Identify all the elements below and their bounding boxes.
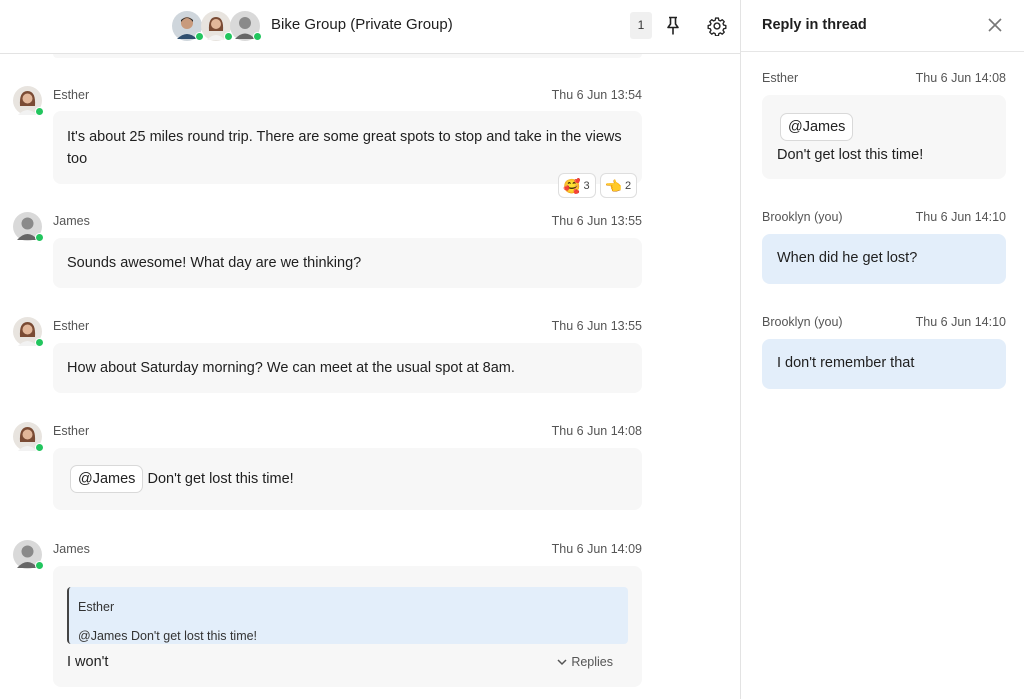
pointing-hand-emoji-icon: 👈 xyxy=(604,177,622,194)
message-time: Thu 6 Jun 13:55 xyxy=(551,214,642,228)
thread-sender-name: Esther xyxy=(762,71,799,85)
message-bubble: It's about 25 miles round trip. There ar… xyxy=(53,111,642,184)
quoted-sender: Esther xyxy=(78,600,115,614)
avatar xyxy=(172,11,204,41)
heart-eyes-emoji-icon: 🥰 xyxy=(563,177,581,194)
avatar[interactable] xyxy=(13,317,44,347)
reaction-count: 2 xyxy=(625,179,632,192)
replies-label: Replies xyxy=(571,655,613,669)
gear-icon[interactable] xyxy=(704,13,730,39)
sender-name: Esther xyxy=(53,319,90,333)
reaction-chip[interactable]: 🥰 3 xyxy=(558,173,596,198)
message-bubble: How about Saturday morning? We can meet … xyxy=(53,343,642,393)
avatar[interactable] xyxy=(13,540,44,570)
sender-name: Esther xyxy=(53,88,90,102)
thread-message-bubble: When did he get lost? xyxy=(762,234,1006,284)
reaction-count: 3 xyxy=(583,179,590,192)
chat-header: Bike Group (Private Group) 1 xyxy=(0,0,740,54)
avatar xyxy=(230,11,262,41)
thread-message-text: I don't remember that xyxy=(777,355,915,371)
group-title: Bike Group (Private Group) xyxy=(271,16,453,33)
quoted-message[interactable]: Esther @James Don't get lost this time! xyxy=(67,587,628,644)
group-avatars[interactable] xyxy=(172,11,262,41)
sender-name: Esther xyxy=(53,424,90,438)
message-text: Sounds awesome! What day are we thinking… xyxy=(67,255,362,271)
pinned-count-badge[interactable]: 1 xyxy=(630,12,652,39)
thread-message-bubble: @James Don't get lost this time! xyxy=(762,95,1006,179)
avatar[interactable] xyxy=(13,212,44,242)
message-time: Thu 6 Jun 13:54 xyxy=(551,88,642,102)
message-text: Don't get lost this time! xyxy=(147,471,294,487)
quoted-text: @James Don't get lost this time! xyxy=(78,629,258,643)
thread-message-text: When did he get lost? xyxy=(777,250,918,266)
message-text: How about Saturday morning? We can meet … xyxy=(67,360,515,376)
message-time: Thu 6 Jun 14:09 xyxy=(551,542,642,556)
sender-name: James xyxy=(53,214,90,228)
user-mention[interactable]: @James xyxy=(70,465,144,493)
thread-message-time: Thu 6 Jun 14:08 xyxy=(915,71,1006,85)
user-mention[interactable]: @James xyxy=(780,113,854,141)
previous-message-edge xyxy=(53,54,642,58)
pin-icon[interactable] xyxy=(662,13,684,39)
thread-header: Reply in thread xyxy=(741,0,1024,52)
thread-panel: Reply in thread Esther Thu 6 Jun 14:08 @… xyxy=(740,0,1024,699)
chat-panel: Bike Group (Private Group) 1 Esther Thu … xyxy=(0,0,740,699)
replies-button[interactable]: Replies xyxy=(557,651,613,673)
message-bubble: Esther @James Don't get lost this time! … xyxy=(53,566,642,687)
reaction-chip[interactable]: 👈 2 xyxy=(599,173,638,198)
thread-title: Reply in thread xyxy=(762,17,867,33)
reactions: 🥰 3 👈 2 xyxy=(558,173,638,198)
avatar[interactable] xyxy=(13,86,44,116)
thread-sender-name: Brooklyn (you) xyxy=(762,210,843,224)
message-time: Thu 6 Jun 14:08 xyxy=(551,424,642,438)
thread-sender-name: Brooklyn (you) xyxy=(762,315,843,329)
thread-message-time: Thu 6 Jun 14:10 xyxy=(915,210,1006,224)
chevron-down-icon xyxy=(557,659,567,666)
avatar xyxy=(201,11,233,41)
thread-message-bubble: I don't remember that xyxy=(762,339,1006,389)
message-text: I won't xyxy=(67,654,109,670)
message-bubble: Sounds awesome! What day are we thinking… xyxy=(53,238,642,288)
message-time: Thu 6 Jun 13:55 xyxy=(551,319,642,333)
sender-name: James xyxy=(53,542,90,556)
avatar[interactable] xyxy=(13,422,44,452)
thread-message-text: Don't get lost this time! xyxy=(777,147,924,163)
message-bubble: @James Don't get lost this time! xyxy=(53,448,642,510)
message-text: It's about 25 miles round trip. There ar… xyxy=(67,129,622,167)
thread-message-time: Thu 6 Jun 14:10 xyxy=(915,315,1006,329)
close-icon[interactable] xyxy=(985,15,1005,35)
